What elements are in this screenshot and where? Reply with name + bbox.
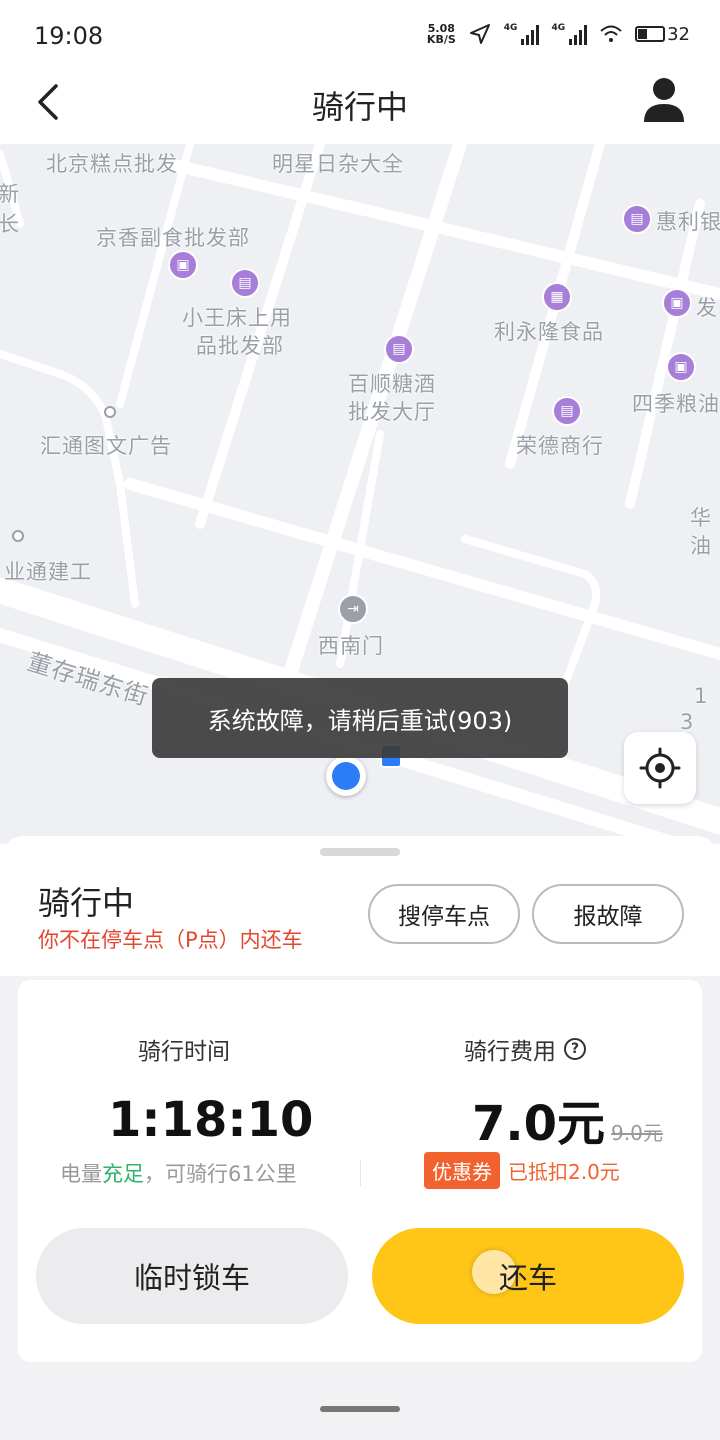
basket-icon[interactable]: ▣ xyxy=(666,352,696,382)
map-label: 北京糕点批发 xyxy=(46,152,178,176)
store-icon[interactable]: ▤ xyxy=(384,334,414,364)
wifi-icon xyxy=(600,25,622,42)
battery-info: 电量充足，可骑行61公里 xyxy=(60,1158,297,1188)
find-parking-button[interactable]: 搜停车点 xyxy=(368,884,520,944)
map-label: 京香副食批发部 xyxy=(96,226,250,250)
poi-marker-icon[interactable] xyxy=(12,530,24,542)
ride-status: 骑行中 xyxy=(38,884,135,922)
error-toast: 系统故障，请稍后重试(903) xyxy=(152,678,568,758)
status-bar: 19:08 5.08 KB/S 4G 4G 32 xyxy=(0,0,720,70)
map-label: 新 xyxy=(0,182,20,206)
map-label: 西南门 xyxy=(318,634,384,658)
status-icons: 5.08 KB/S 4G 4G 32 xyxy=(427,22,690,46)
map-label: 发 xyxy=(696,296,718,320)
map-label: 业通建工 xyxy=(4,560,92,584)
locate-button[interactable] xyxy=(624,732,696,804)
ride-fee-title-row: 骑行费用 ? xyxy=(464,1032,586,1066)
map-label: 油 xyxy=(690,534,712,558)
cart-icon[interactable]: ▦ xyxy=(542,282,572,312)
return-bike-label: 还车 xyxy=(498,1261,557,1295)
basket-icon[interactable]: ▣ xyxy=(168,250,198,280)
page-title: 骑行中 xyxy=(311,88,408,126)
ride-fee-title: 骑行费用 xyxy=(464,1039,556,1065)
poi-marker-icon[interactable] xyxy=(104,406,116,418)
map-label: 惠利银 xyxy=(656,210,720,234)
map-label: 百顺糖酒 xyxy=(348,372,436,396)
divider xyxy=(360,1160,361,1186)
store-icon[interactable]: ▤ xyxy=(622,204,652,234)
ride-header: 骑行中 你不在停车点（P点）内还车 搜停车点 报故障 xyxy=(0,836,720,976)
temp-lock-label: 临时锁车 xyxy=(133,1261,250,1295)
original-fee: 9.0元 xyxy=(611,1121,663,1145)
ride-fee-row: 7.0元 9.0元 xyxy=(472,1084,663,1154)
coupon-badge: 优惠券 xyxy=(424,1152,500,1189)
battery-icon: 32 xyxy=(635,24,690,45)
map-label: 华 xyxy=(690,506,712,530)
status-time: 19:08 xyxy=(34,22,104,50)
map-label: 长 xyxy=(0,212,20,236)
location-arrow-icon xyxy=(469,24,490,44)
parking-warning: 你不在停车点（P点）内还车 xyxy=(38,928,303,952)
nav-bar: 骑行中 xyxy=(0,70,720,144)
profile-button[interactable] xyxy=(642,76,686,126)
map-label: 利永隆食品 xyxy=(494,320,604,344)
user-icon xyxy=(644,78,684,122)
map-view[interactable]: 北京糕点批发 明星日杂大全 新 长 京香副食批发部 惠利银 小王床上用 品批发部… xyxy=(0,144,720,844)
home-indicator[interactable] xyxy=(320,1406,400,1412)
current-location-marker xyxy=(326,756,366,796)
cell-signal-icon-2: 4G xyxy=(551,23,588,45)
basket-icon[interactable]: ▣ xyxy=(662,288,692,318)
temp-lock-button[interactable]: 临时锁车 xyxy=(36,1228,348,1324)
help-icon[interactable]: ? xyxy=(564,1038,586,1060)
battery-range: ，可骑行61公里 xyxy=(144,1162,297,1186)
map-label: 1 xyxy=(694,684,709,708)
cell-signal-icon: 4G xyxy=(504,23,540,45)
map-label: 品批发部 xyxy=(196,334,284,358)
map-label: 3 xyxy=(680,710,695,734)
network-speed: 5.08 KB/S xyxy=(426,22,456,46)
ride-fee-value: 7.0元 xyxy=(472,1096,606,1152)
map-label: 明星日杂大全 xyxy=(272,152,404,176)
signal-label-2: 4G xyxy=(551,23,566,33)
coupon-discount: 已抵扣2.0元 xyxy=(508,1160,620,1184)
signal-label: 4G xyxy=(503,23,518,33)
map-label: 小王床上用 xyxy=(182,306,292,330)
ride-panel: 骑行中 你不在停车点（P点）内还车 搜停车点 报故障 骑行时间 骑行费用 ? 1… xyxy=(0,836,720,1440)
crosshair-icon xyxy=(639,747,681,789)
battery-state: 充足 xyxy=(102,1162,144,1186)
ride-time-title: 骑行时间 xyxy=(138,1039,230,1065)
store-icon[interactable]: ▤ xyxy=(552,396,582,426)
map-label: 汇通图文广告 xyxy=(40,434,172,458)
drag-handle[interactable] xyxy=(320,848,400,856)
store-icon[interactable]: ▤ xyxy=(230,268,260,298)
exit-gate-icon[interactable]: ⇥ xyxy=(338,594,368,624)
report-fault-button[interactable]: 报故障 xyxy=(532,884,684,944)
map-label: 批发大厅 xyxy=(348,400,436,424)
return-bike-button[interactable]: 还车 xyxy=(372,1228,684,1324)
ride-time-value: 1:18:10 xyxy=(108,1092,314,1148)
coupon-row[interactable]: 优惠券 已抵扣2.0元 xyxy=(424,1152,620,1189)
map-label: 四季粮油 xyxy=(632,392,720,416)
battery-prefix: 电量 xyxy=(60,1162,102,1186)
map-label: 荣德商行 xyxy=(516,434,604,458)
battery-level: 32 xyxy=(667,23,690,45)
